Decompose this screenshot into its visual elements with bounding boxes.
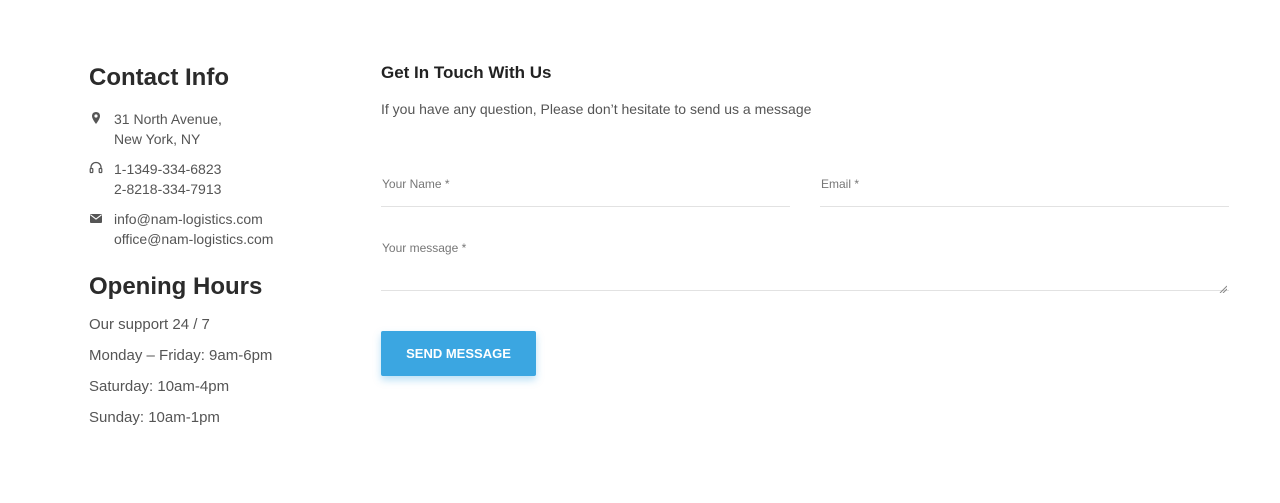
contact-item-address: 31 North Avenue, New York, NY (89, 109, 349, 149)
contact-form: SEND MESSAGE (381, 171, 1229, 376)
contact-list: 31 North Avenue, New York, NY 1-1349-334… (89, 109, 349, 249)
email-address[interactable]: info@nam-logistics.com (114, 209, 273, 229)
message-field-wrapper (381, 235, 1229, 294)
contact-form-section: Get In Touch With Us If you have any que… (381, 62, 1229, 376)
contact-info-title: Contact Info (89, 64, 229, 91)
name-input[interactable] (381, 171, 790, 197)
map-marker-icon (89, 111, 103, 125)
email-field-wrapper (820, 171, 1229, 207)
opening-hours-title: Opening Hours (89, 273, 263, 300)
phone-lines: 1-1349-334-6823 2-8218-334-7913 (114, 159, 221, 199)
form-row-name-email (381, 171, 1229, 207)
message-textarea[interactable] (381, 235, 1229, 289)
hours-item: Monday – Friday: 9am-6pm (89, 347, 273, 364)
hours-item: Our support 24 / 7 (89, 316, 210, 333)
form-subtitle: If you have any question, Please don’t h… (381, 101, 812, 117)
contact-item-email: info@nam-logistics.com office@nam-logist… (89, 209, 349, 249)
email-input[interactable] (820, 171, 1229, 197)
opening-hours-list: Our support 24 / 7 Monday – Friday: 9am-… (89, 316, 349, 427)
name-field-wrapper (381, 171, 790, 207)
address-line: 31 North Avenue, (114, 111, 222, 127)
resize-grip-icon[interactable] (1219, 280, 1228, 294)
headset-icon (89, 161, 103, 175)
address-line: New York, NY (114, 131, 201, 147)
form-title: Get In Touch With Us (381, 63, 552, 82)
send-message-button[interactable]: SEND MESSAGE (381, 331, 536, 376)
contact-item-phone: 1-1349-334-6823 2-8218-334-7913 (89, 159, 349, 199)
email-lines: info@nam-logistics.com office@nam-logist… (114, 209, 273, 249)
envelope-icon (89, 211, 103, 225)
email-address[interactable]: office@nam-logistics.com (114, 229, 273, 249)
phone-number[interactable]: 2-8218-334-7913 (114, 179, 221, 199)
hours-item: Sunday: 10am-1pm (89, 409, 220, 426)
address-lines: 31 North Avenue, New York, NY (114, 109, 222, 149)
hours-item: Saturday: 10am-4pm (89, 378, 230, 395)
contact-sidebar: Contact Info 31 North Avenue, New York, … (89, 64, 349, 440)
phone-number[interactable]: 1-1349-334-6823 (114, 159, 221, 179)
